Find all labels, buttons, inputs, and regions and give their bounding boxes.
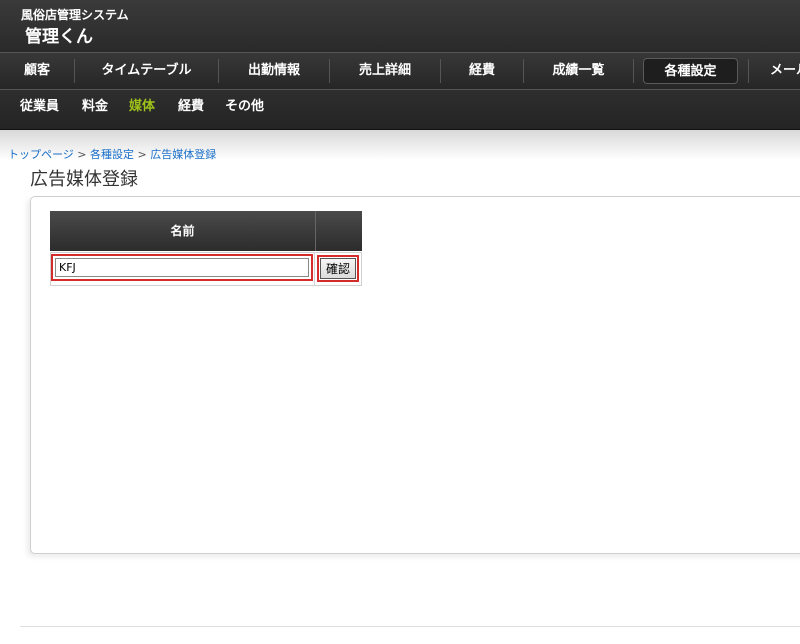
name-column-header: 名前 [50, 211, 315, 251]
confirm-button[interactable]: 確認 [317, 255, 359, 282]
breadcrumb-separator: > [77, 148, 87, 161]
nav-item-mail[interactable]: メール [770, 53, 800, 89]
action-column-header [315, 211, 362, 251]
nav-item-expenses[interactable]: 経費 [441, 53, 523, 89]
nav-item-settings[interactable]: 各種設定 [643, 58, 738, 84]
nav-item-attendance[interactable]: 出勤情報 [219, 53, 329, 89]
nav-divider [748, 59, 749, 83]
nav-item-results[interactable]: 成績一覧 [524, 53, 633, 89]
nav-item-sales-detail[interactable]: 売上詳細 [330, 53, 440, 89]
breadcrumb-settings-link[interactable]: 各種設定 [90, 148, 134, 161]
breadcrumb-current-link[interactable]: 広告媒体登録 [150, 148, 216, 161]
nav-item-timetable[interactable]: タイムテーブル [75, 53, 218, 89]
subnav-item-fees[interactable]: 料金 [82, 90, 108, 124]
footer-divider [20, 626, 800, 627]
breadcrumb: トップページ > 各種設定 > 広告媒体登録 [8, 146, 216, 162]
media-name-input[interactable] [51, 254, 313, 281]
subnav-item-staff[interactable]: 従業員 [20, 90, 59, 124]
nav-divider [633, 59, 634, 83]
nav-item-customers[interactable]: 顧客 [0, 53, 74, 89]
breadcrumb-top-link[interactable]: トップページ [8, 148, 74, 161]
subnav-item-media[interactable]: 媒体 [129, 90, 155, 124]
main-nav: 顧客 タイムテーブル 出勤情報 売上詳細 経費 成績一覧 各種設定 メール [0, 52, 800, 90]
subnav-item-expenses[interactable]: 経費 [178, 90, 204, 124]
breadcrumb-separator: > [137, 148, 147, 161]
app-title[interactable]: 管理くん [25, 22, 93, 47]
app-header: 風俗店管理システム 管理くん [0, 0, 800, 52]
sub-nav: 従業員 料金 媒体 経費 その他 [0, 90, 800, 130]
subnav-item-other[interactable]: その他 [225, 90, 264, 124]
app-subtitle: 風俗店管理システム [21, 8, 129, 22]
page-title: 広告媒体登録 [30, 169, 138, 190]
